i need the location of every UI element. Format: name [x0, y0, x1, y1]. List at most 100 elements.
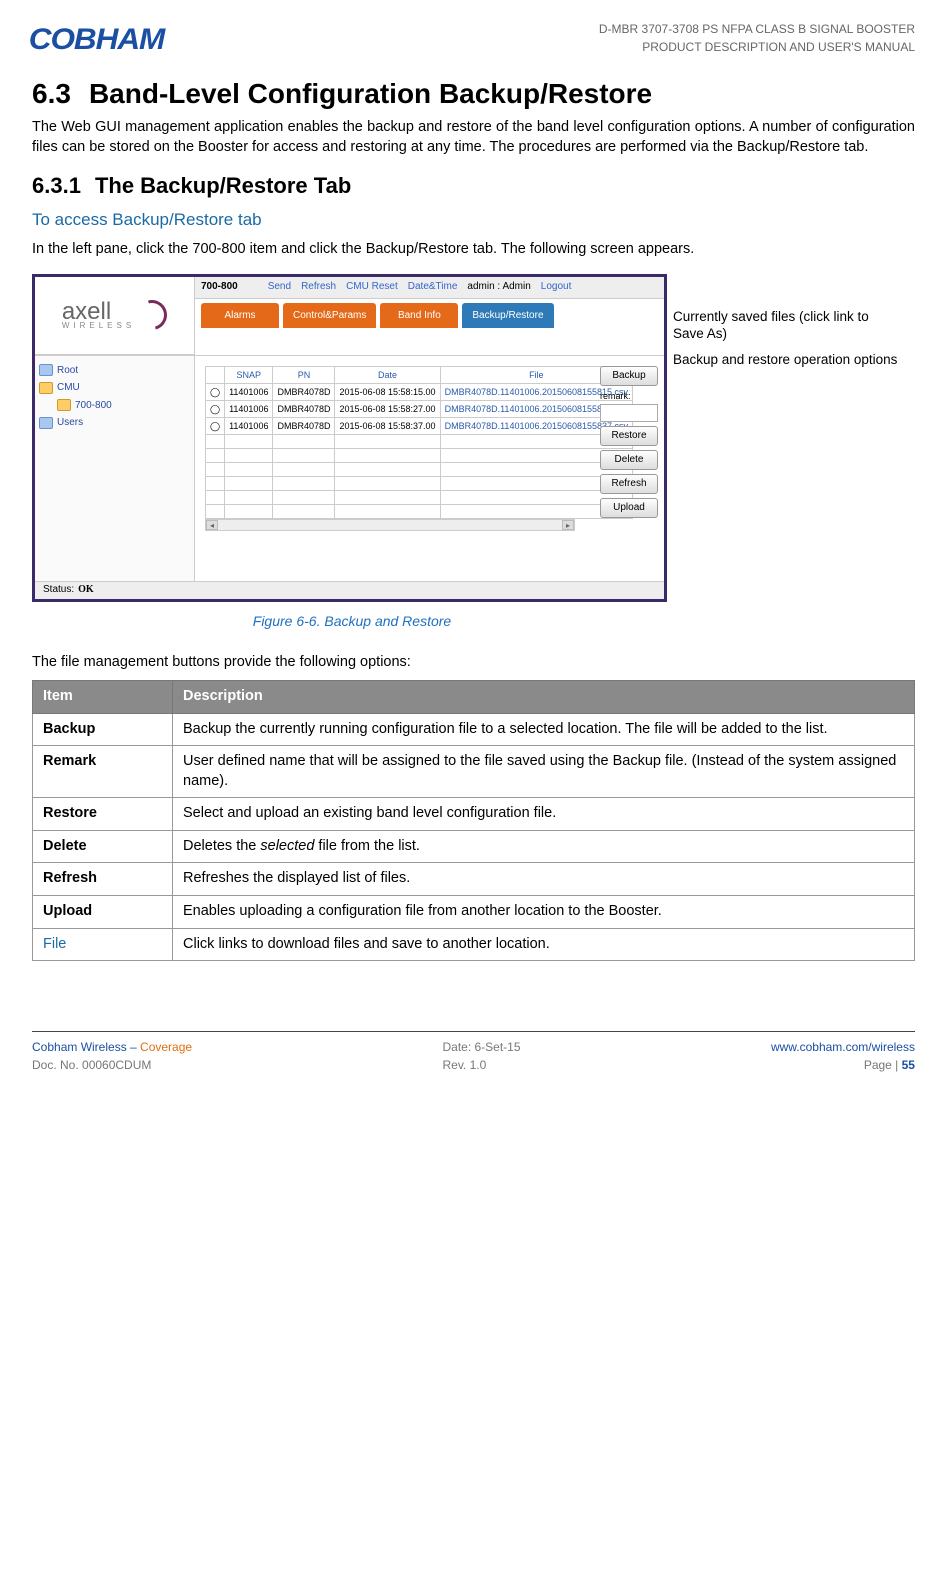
- cell-date: 2015-06-08 15:58:15.00: [335, 383, 440, 400]
- callout-operation-options: Backup and restore operation options: [673, 351, 903, 369]
- options-row: UploadEnables uploading a configuration …: [33, 896, 915, 929]
- top-link-cmu-reset[interactable]: CMU Reset: [346, 280, 398, 294]
- swirl-icon: [132, 295, 173, 336]
- folder-icon: [39, 364, 53, 376]
- section-para: The Web GUI management application enabl…: [32, 118, 915, 157]
- restore-button[interactable]: Restore: [600, 426, 658, 446]
- row-radio[interactable]: ◯: [206, 400, 225, 417]
- figure-caption: Figure 6-6. Backup and Restore: [32, 612, 672, 631]
- folder-icon: [39, 382, 53, 394]
- instruction-para: In the left pane, click the 700-800 item…: [32, 240, 915, 260]
- options-desc: User defined name that will be assigned …: [173, 746, 915, 798]
- options-desc: Click links to download files and save t…: [173, 928, 915, 961]
- footer-rev: Rev. 1.0: [442, 1056, 520, 1074]
- col-date[interactable]: Date: [335, 366, 440, 383]
- status-prefix: Status:: [43, 583, 74, 597]
- backup-file-table: SNAP PN Date File ◯11401006DMBR4078D2015…: [205, 366, 633, 520]
- axell-logo: axell WIRELESS: [62, 300, 167, 330]
- col-pn[interactable]: PN: [273, 366, 335, 383]
- options-row: RemarkUser defined name that will be ass…: [33, 746, 915, 798]
- doc-title-block: D-MBR 3707-3708 PS NFPA CLASS B SIGNAL B…: [599, 20, 915, 56]
- figure-callouts: Currently saved files (click link to Sav…: [673, 274, 903, 369]
- top-link-datetime[interactable]: Date&Time: [408, 280, 458, 294]
- subsection-title: The Backup/Restore Tab: [95, 173, 351, 198]
- tree-users[interactable]: Users: [39, 414, 190, 432]
- subsection-heading: 6.3.1 The Backup/Restore Tab: [32, 171, 915, 201]
- options-item: Upload: [33, 896, 173, 929]
- horizontal-scrollbar[interactable]: ◂ ▸: [205, 519, 575, 531]
- cell-pn: DMBR4078D: [273, 383, 335, 400]
- tree-users-label: Users: [57, 416, 83, 430]
- tab-alarms[interactable]: Alarms: [201, 303, 279, 329]
- footer-left: Cobham Wireless – Coverage Doc. No. 0006…: [32, 1038, 192, 1074]
- options-table: Item Description BackupBackup the curren…: [32, 680, 915, 961]
- options-desc: Refreshes the displayed list of files.: [173, 863, 915, 896]
- section-number: 6.3: [32, 78, 71, 109]
- top-link-refresh[interactable]: Refresh: [301, 280, 336, 294]
- table-row-empty: [206, 449, 633, 463]
- callout-saved-files: Currently saved files (click link to Sav…: [673, 308, 903, 343]
- table-row[interactable]: ◯11401006DMBR4078D2015-06-08 15:58:15.00…: [206, 383, 633, 400]
- tree-root-label: Root: [57, 364, 78, 378]
- delete-button[interactable]: Delete: [600, 450, 658, 470]
- row-radio[interactable]: ◯: [206, 383, 225, 400]
- cell-date: 2015-06-08 15:58:27.00: [335, 400, 440, 417]
- cell-snap: 11401006: [225, 383, 273, 400]
- cell-pn: DMBR4078D: [273, 400, 335, 417]
- tab-backup-restore[interactable]: Backup/Restore: [462, 303, 553, 329]
- footer-page-num: 55: [902, 1058, 915, 1072]
- options-row: DeleteDeletes the selected file from the…: [33, 830, 915, 863]
- backup-button[interactable]: Backup: [600, 366, 658, 386]
- subsection-number: 6.3.1: [32, 173, 81, 198]
- app-body: Root CMU 700-800 Users: [35, 355, 664, 581]
- table-row-empty: [206, 463, 633, 477]
- options-row: RestoreSelect and upload an existing ban…: [33, 798, 915, 831]
- figure-area: axell WIRELESS 700-800 Send Refresh CMU …: [32, 274, 915, 602]
- options-desc: Deletes the selected file from the list.: [173, 830, 915, 863]
- app-main: SNAP PN Date File ◯11401006DMBR4078D2015…: [195, 356, 664, 581]
- scroll-right-icon[interactable]: ▸: [562, 520, 574, 530]
- footer-date: Date: 6-Set-15: [442, 1038, 520, 1056]
- page-header: COBHAM D-MBR 3707-3708 PS NFPA CLASS B S…: [32, 20, 915, 61]
- scroll-left-icon[interactable]: ◂: [206, 520, 218, 530]
- band-label: 700-800: [201, 280, 238, 294]
- status-bar: Status: OK: [35, 581, 664, 599]
- tab-band-info[interactable]: Band Info: [380, 303, 458, 329]
- options-header-desc: Description: [173, 681, 915, 714]
- footer-right: www.cobham.com/wireless Page | 55: [771, 1038, 915, 1074]
- options-intro: The file management buttons provide the …: [32, 653, 915, 673]
- top-link-send[interactable]: Send: [268, 280, 291, 294]
- footer-company: Cobham Wireless –: [32, 1040, 140, 1054]
- table-row-empty: [206, 435, 633, 449]
- options-row: BackupBackup the currently running confi…: [33, 713, 915, 746]
- col-snap[interactable]: SNAP: [225, 366, 273, 383]
- remark-label: remark:: [600, 390, 658, 402]
- tree-700-800[interactable]: 700-800: [39, 397, 190, 415]
- cell-pn: DMBR4078D: [273, 418, 335, 435]
- row-radio[interactable]: ◯: [206, 418, 225, 435]
- refresh-button[interactable]: Refresh: [600, 474, 658, 494]
- logout-link[interactable]: Logout: [541, 280, 572, 294]
- table-row[interactable]: ◯11401006DMBR4078D2015-06-08 15:58:37.00…: [206, 418, 633, 435]
- tab-control-params[interactable]: Control&Params: [283, 303, 376, 329]
- options-item: Refresh: [33, 863, 173, 896]
- axell-logo-sub: WIRELESS: [62, 322, 135, 329]
- tree-cmu[interactable]: CMU: [39, 379, 190, 397]
- doc-title-line2: PRODUCT DESCRIPTION AND USER'S MANUAL: [599, 38, 915, 56]
- section-heading: 6.3 Band-Level Configuration Backup/Resto…: [32, 75, 915, 113]
- page-footer: Cobham Wireless – Coverage Doc. No. 0006…: [32, 1031, 915, 1074]
- app-title-row: 700-800 Send Refresh CMU Reset Date&Time…: [195, 277, 664, 299]
- options-item: Delete: [33, 830, 173, 863]
- remark-input[interactable]: [600, 404, 658, 422]
- cobham-logo: COBHAM: [29, 20, 164, 61]
- axell-logo-cell: axell WIRELESS: [35, 277, 195, 355]
- upload-button[interactable]: Upload: [600, 498, 658, 518]
- footer-doc-no: Doc. No. 00060CDUM: [32, 1056, 192, 1074]
- folder-icon: [57, 399, 71, 411]
- tree-root[interactable]: Root: [39, 362, 190, 380]
- section-title: Band-Level Configuration Backup/Restore: [89, 78, 652, 109]
- options-row: FileClick links to download files and sa…: [33, 928, 915, 961]
- folder-icon: [39, 417, 53, 429]
- cell-snap: 11401006: [225, 400, 273, 417]
- table-row[interactable]: ◯11401006DMBR4078D2015-06-08 15:58:27.00…: [206, 400, 633, 417]
